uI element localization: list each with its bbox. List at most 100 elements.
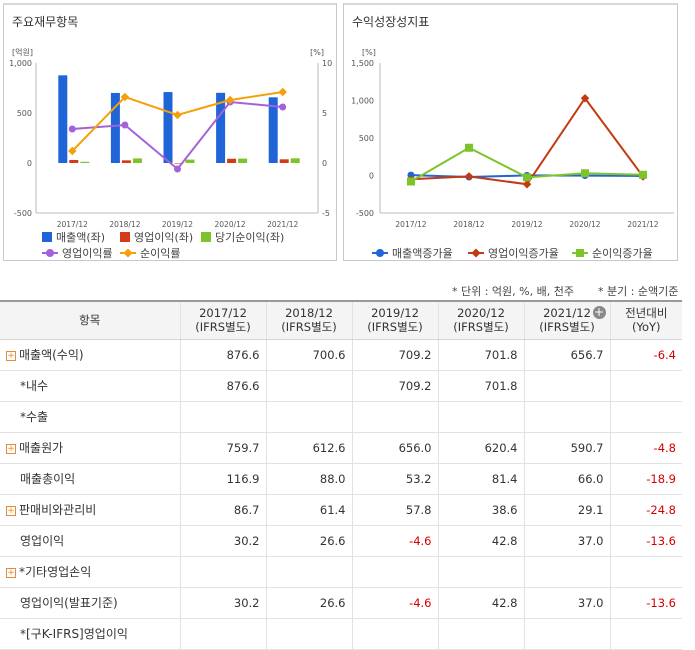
value-cell: 701.8 (437, 339, 524, 371)
right-axis-unit: [%] (310, 48, 324, 57)
header-label: 2018/12 (285, 306, 333, 321)
yoy-cell: -13.6 (609, 587, 682, 619)
value-cell (351, 618, 438, 650)
y-tick-label: 500 (17, 109, 32, 118)
value-cell (265, 618, 352, 650)
point-2-1 (465, 143, 473, 152)
legend-marker-icon (42, 248, 58, 258)
legend-marker-icon (120, 248, 136, 258)
financial-items-chart: [억원] [%] 1,000 500 0 -500 10 5 0 -5 2017/12 2018/12… (9, 47, 332, 229)
value-cell: 700.6 (265, 339, 352, 371)
x-tick-label: 2017/12 (395, 220, 426, 229)
header-period: 2021/12 + (IFRS별도) (523, 300, 610, 340)
row-label-cell[interactable]: + *기타영업손익 (0, 556, 180, 588)
yoy-cell: -13.6 (609, 525, 682, 557)
header-period: 2019/12 (IFRS별도) (351, 300, 438, 340)
value-cell: -4.6 (351, 587, 438, 619)
value-cell (265, 556, 352, 588)
legend-item[interactable]: 매출액증가율 (372, 245, 453, 261)
table-row: 매출총이익 116.9 88.0 53.2 81.4 66.0 -18.9 (0, 463, 682, 495)
legend-item[interactable]: 당기순이익(좌) (201, 229, 284, 245)
financial-items-panel: 주요재무항목 [억원] [%] 1,000 500 0 -500 10 5 0 -5 2017/12… (3, 3, 337, 261)
y-tick-label: 1,000 (351, 97, 374, 106)
value-cell: 116.9 (179, 463, 266, 495)
value-cell: 61.4 (265, 494, 352, 526)
row-label-cell: *내수 (0, 370, 180, 402)
value-cell: 37.0 (523, 587, 610, 619)
line-4 (71, 91, 283, 152)
y-tick-label: 500 (359, 134, 374, 143)
x-tick-label: 2020/12 (569, 220, 600, 229)
yoy-cell (609, 618, 682, 650)
legend-label: 매출액증가율 (392, 247, 453, 260)
value-cell: 86.7 (179, 494, 266, 526)
header-label: 2020/12 (457, 306, 505, 321)
legend-item[interactable]: 영업이익(좌) (120, 229, 193, 245)
left-axis-unit: [억원] (12, 47, 33, 57)
legend-label: 당기순이익(좌) (215, 231, 285, 244)
legend-item[interactable]: 순이익률 (120, 245, 180, 261)
value-cell: 37.0 (523, 525, 610, 557)
value-cell: 29.1 (523, 494, 610, 526)
row-label: *[구K-IFRS]영업이익 (20, 627, 128, 641)
value-cell: 709.2 (351, 339, 438, 371)
yoy-cell: -4.8 (609, 432, 682, 464)
point-3-1 (121, 121, 129, 129)
value-cell: 590.7 (523, 432, 610, 464)
table-row: *내수 876.6 709.2 701.8 (0, 370, 682, 402)
x-tick-label: 2021/12 (267, 220, 298, 229)
growth-indicators-chart: [%] 1,500 1,000 500 0 -500 2017/12 2018/12 2019/… (351, 48, 674, 229)
expand-icon[interactable]: + (6, 350, 16, 361)
point-4-4 (278, 87, 287, 97)
row-label: *내수 (20, 379, 49, 393)
table-row: 영업이익(발표기준) 30.2 26.6 -4.6 42.8 37.0 -13.6 (0, 587, 682, 619)
y-tick-label: 0 (369, 172, 374, 181)
value-cell: 30.2 (179, 525, 266, 557)
row-label-cell[interactable]: + 매출원가 (0, 432, 180, 464)
expand-icon[interactable]: + (6, 505, 16, 516)
y2-tick-label: 0 (322, 159, 327, 168)
legend-item[interactable]: 영업이익률 (42, 245, 113, 261)
row-label: 매출총이익 (20, 472, 76, 486)
table-row: + 매출액(수익) 876.6 700.6 709.2 701.8 656.7 -6.4 (0, 339, 682, 371)
value-cell: 620.4 (437, 432, 524, 464)
expand-icon[interactable]: + (6, 567, 16, 578)
table-row: *수출 (0, 401, 682, 433)
table-row: *[구K-IFRS]영업이익 (0, 618, 682, 650)
row-label-cell[interactable]: + 판매비와관리비 (0, 494, 180, 526)
header-sublabel: (YoY) (631, 320, 661, 335)
row-label-cell[interactable]: + 매출액(수익) (0, 339, 180, 371)
value-cell: 42.8 (437, 587, 524, 619)
legend-item[interactable]: 순이익증가율 (572, 245, 653, 261)
header-period: 2018/12 (IFRS별도) (265, 300, 352, 340)
header-period: 2020/12 (IFRS별도) (437, 300, 524, 340)
legend-marker-icon (572, 248, 588, 258)
legend-label: 순이익증가율 (592, 247, 653, 260)
y-tick-label: 0 (27, 159, 32, 168)
legend-item[interactable]: 영업이익증가율 (468, 245, 559, 261)
legend-label: 영업이익(좌) (134, 231, 194, 244)
add-period-icon[interactable]: + (592, 306, 606, 319)
value-cell: 876.6 (179, 339, 266, 371)
row-label: *수출 (20, 410, 49, 424)
bar-2-4 (290, 158, 300, 163)
row-label-cell: *수출 (0, 401, 180, 433)
table-body: + 매출액(수익) 876.6 700.6 709.2 701.8 656.7 -6.4 *내수… (0, 339, 682, 650)
value-cell (179, 618, 266, 650)
bar-1-0 (69, 159, 79, 163)
x-tick-label: 2017/12 (57, 220, 88, 229)
financial-table: 항목 2017/12 (IFRS별도) 2018/12 (IFRS별도) 2019/12(… (0, 300, 682, 650)
table-row: + 판매비와관리비 86.7 61.4 57.8 38.6 29.1 -24.8 (0, 494, 682, 526)
value-cell: 709.2 (351, 370, 438, 402)
expand-icon[interactable]: + (6, 443, 16, 454)
value-cell: 38.6 (437, 494, 524, 526)
legend-item[interactable]: 매출액(좌) (42, 229, 105, 245)
yoy-cell (609, 401, 682, 433)
legend-marker-icon (468, 248, 484, 258)
value-cell (265, 370, 352, 402)
header-sublabel: (IFRS별도) (281, 320, 337, 335)
value-cell: 656.7 (523, 339, 610, 371)
legend-label: 순이익률 (140, 247, 181, 260)
yoy-cell: -18.9 (609, 463, 682, 495)
bar-1-1 (121, 160, 131, 163)
